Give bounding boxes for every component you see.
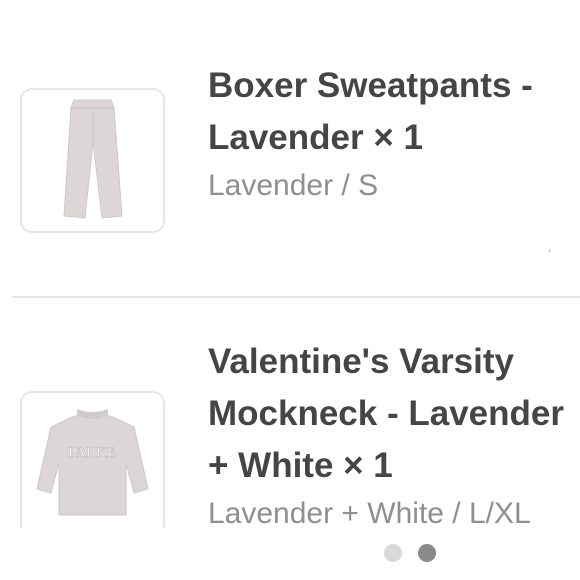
bottom-area [0,528,580,580]
sweatpants-image [63,99,123,219]
line-item[interactable]: Boxer Sweatpants - Lavender × 1 Lavender… [0,0,580,296]
product-thumbnail[interactable]: PARKE [20,391,165,536]
order-items-screen: Boxer Sweatpants - Lavender × 1 Lavender… [0,0,580,580]
product-title: Boxer Sweatpants - Lavender × 1 [208,60,580,164]
product-title: Valentine's Varsity Mockneck - Lavender … [208,336,580,492]
page-dot-active[interactable] [418,544,436,562]
product-title-line: Mockneck - Lavender [208,394,564,433]
page-dot[interactable] [384,544,402,562]
product-thumbnail[interactable] [20,88,165,233]
product-title-line: + White × 1 [208,446,393,485]
product-title-line: Lavender × 1 [208,118,423,157]
stray-mark: , [548,240,552,254]
product-variant: Lavender / S [208,169,379,202]
product-title-line: Valentine's Varsity [208,342,514,381]
sweater-image: PARKE [36,409,149,516]
sweater-print-text: PARKE [68,445,116,461]
page-indicator [384,544,436,562]
product-title-line: Boxer Sweatpants - [208,66,533,105]
